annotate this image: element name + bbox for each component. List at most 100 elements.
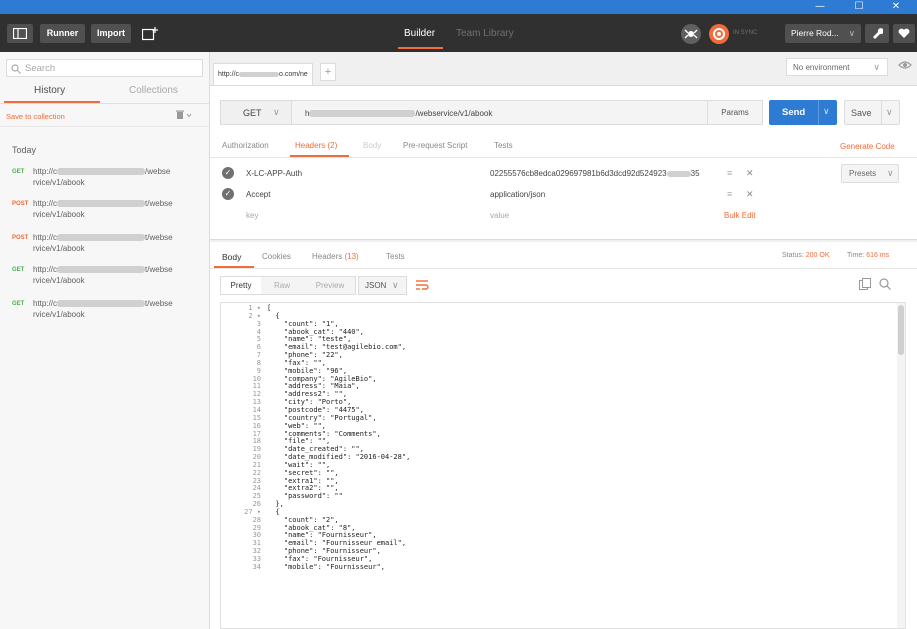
favorite-button[interactable] <box>893 24 915 43</box>
generate-code-link[interactable]: Generate Code <box>840 142 895 151</box>
view-mode-group: Pretty Raw Preview <box>220 276 356 295</box>
chevron-down-icon: ∨ <box>873 62 880 72</box>
tab-response-body[interactable]: Body <box>222 252 241 262</box>
maximize-button[interactable]: ☐ <box>845 0 873 14</box>
history-item[interactable]: POST http://c t/webse rvice/v1/abook <box>0 198 209 224</box>
main-toolbar: Runner Import Builder Team Library IN SY… <box>0 14 917 52</box>
history-url: http://c/webse <box>33 167 171 176</box>
trash-icon <box>176 110 192 119</box>
divider <box>881 101 882 124</box>
history-item[interactable]: POST http://c t/webse rvice/v1/abook <box>0 232 209 258</box>
save-to-collection-link[interactable]: Save to collection <box>6 112 65 121</box>
tab-team-library[interactable]: Team Library <box>456 28 514 39</box>
drag-handle-icon[interactable]: ≡ <box>727 168 732 178</box>
checkbox-enabled[interactable]: ✓ <box>222 188 234 200</box>
search-field[interactable]: Search <box>6 59 203 77</box>
tab-body[interactable]: Body <box>363 141 381 150</box>
divider <box>210 268 917 269</box>
wrap-lines-button[interactable] <box>416 279 429 293</box>
value-input[interactable]: value <box>490 211 509 220</box>
sync-button[interactable] <box>709 24 729 44</box>
tab-response-tests[interactable]: Tests <box>386 252 405 261</box>
presets-button[interactable]: Presets ∨ <box>841 164 899 183</box>
send-button[interactable]: Send ∨ <box>769 100 837 125</box>
history-item[interactable]: GET http://c t/webse rvice/v1/abook <box>0 264 209 290</box>
tab-response-headers[interactable]: Headers (13) <box>312 252 359 261</box>
divider <box>0 103 209 104</box>
save-label: Save <box>851 108 872 118</box>
tab-collections[interactable]: Collections <box>129 85 178 96</box>
runner-button[interactable]: Runner <box>40 24 85 43</box>
history-item[interactable]: GET http://c t/webse rvice/v1/abook <box>0 298 209 324</box>
tab-cookies[interactable]: Cookies <box>262 252 291 261</box>
request-tab[interactable]: http://c o.com/ne <box>213 63 313 85</box>
method-badge: GET <box>12 169 25 175</box>
satellite-icon <box>684 29 698 39</box>
toggle-sidebar-button[interactable] <box>7 24 33 43</box>
bulk-edit-link[interactable]: Bulk Edit <box>724 211 756 220</box>
format-select[interactable]: JSON ∨ <box>358 276 407 295</box>
url-value: h/webservice/v1/abook <box>305 109 493 118</box>
import-button[interactable]: Import <box>91 24 131 43</box>
header-value[interactable]: application/json <box>490 190 545 199</box>
method-badge: POST <box>12 201 29 207</box>
header-value[interactable]: 02255576cb8edca029697981b6d3dcd92d524923… <box>490 169 700 178</box>
sync-status: IN SYNC <box>733 30 758 36</box>
search-icon <box>11 64 21 74</box>
preview-button[interactable]: Preview <box>305 277 355 294</box>
method-badge: GET <box>12 301 25 307</box>
raw-button[interactable]: Raw <box>267 277 297 294</box>
scrollbar[interactable] <box>897 303 905 628</box>
tab-tests[interactable]: Tests <box>494 141 513 150</box>
sidebar-icon <box>12 27 28 40</box>
history-url-line2: rvice/v1/abook <box>33 178 85 187</box>
settings-button[interactable] <box>865 24 889 43</box>
drag-handle-icon[interactable]: ≡ <box>727 189 732 199</box>
key-input[interactable]: key <box>246 211 258 220</box>
chevron-down-icon: ∨ <box>886 107 893 117</box>
minimize-button[interactable]: — <box>806 0 834 14</box>
request-tab-label: http://c o.com/ne <box>218 71 308 78</box>
environment-select[interactable]: No environment ∨ <box>786 58 888 76</box>
header-key[interactable]: X-LC-APP-Auth <box>246 169 302 178</box>
status-readout: Status: 200 OK <box>782 252 830 259</box>
method-badge: GET <box>12 267 25 273</box>
params-button[interactable]: Params <box>707 100 763 125</box>
search-response-button[interactable] <box>879 278 891 292</box>
tab-authorization[interactable]: Authorization <box>222 141 269 150</box>
divider <box>818 100 819 125</box>
method-select[interactable]: GET ∨ <box>220 100 292 125</box>
header-key[interactable]: Accept <box>246 190 270 199</box>
copy-icon <box>859 278 871 290</box>
user-menu-button[interactable]: Pierre Rod... ∨ <box>785 24 861 43</box>
url-input[interactable]: h/webservice/v1/abook <box>291 100 708 125</box>
time-value: 616 ms <box>866 252 890 259</box>
save-button[interactable]: Save ∨ <box>844 100 900 125</box>
quick-look-button[interactable] <box>898 60 912 72</box>
history-item[interactable]: GET http://c/webse rvice/v1/abook <box>0 166 209 192</box>
chevron-down-icon: ∨ <box>823 106 830 116</box>
remove-header-icon[interactable]: ✕ <box>746 168 754 179</box>
close-window-button[interactable]: ✕ <box>882 0 910 14</box>
pretty-button[interactable]: Pretty <box>221 277 261 294</box>
tab-builder[interactable]: Builder <box>404 28 435 39</box>
checkbox-enabled[interactable]: ✓ <box>222 167 234 179</box>
format-value: JSON <box>365 281 387 290</box>
new-window-button[interactable] <box>137 24 163 43</box>
remove-header-icon[interactable]: ✕ <box>746 189 754 200</box>
chevron-down-icon: ∨ <box>887 168 894 178</box>
history-url: http://c t/webse <box>33 233 173 242</box>
interceptor-button[interactable] <box>681 24 701 44</box>
tab-headers[interactable]: Headers (2) <box>295 141 337 150</box>
scrollbar-thumb[interactable] <box>898 305 904 355</box>
new-tab-button[interactable]: + <box>320 63 336 81</box>
response-code-viewer[interactable]: 1 ▾ 2 ▾ 3 4 5 6 7 8 9 10 11 12 13 14 15 … <box>220 302 906 629</box>
copy-button[interactable] <box>859 278 871 292</box>
send-label: Send <box>782 107 806 118</box>
history-url: http://c t/webse <box>33 299 173 308</box>
user-name: Pierre Rod... <box>791 28 839 38</box>
eye-icon <box>898 61 912 69</box>
delete-history-button[interactable] <box>176 110 192 122</box>
tab-history[interactable]: History <box>34 85 65 96</box>
tab-pre-request-script[interactable]: Pre-request Script <box>403 141 467 150</box>
